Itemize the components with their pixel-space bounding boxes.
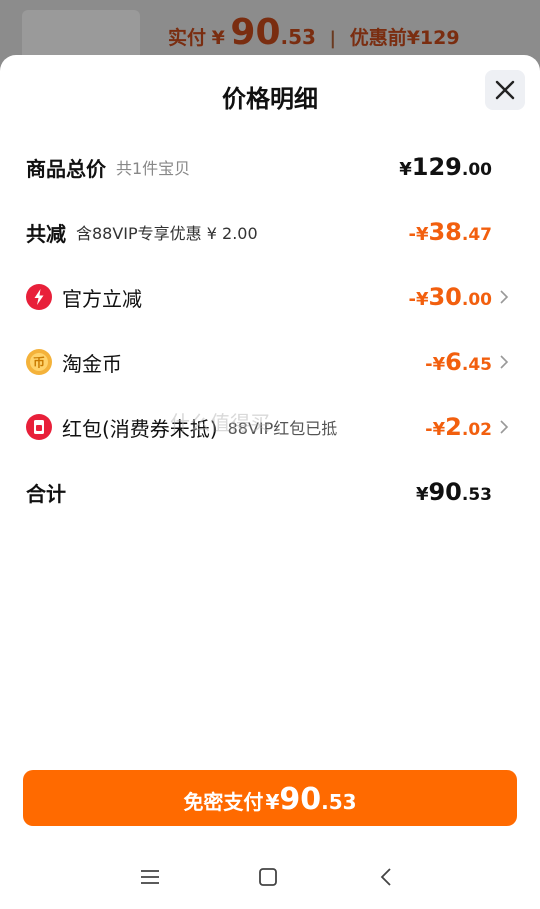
amount-dec: .02 xyxy=(461,420,492,440)
amount-dec: .45 xyxy=(461,355,492,375)
currency: ¥ xyxy=(399,159,412,180)
total-reduction-amount: -¥ 38.47 xyxy=(408,218,492,246)
password-free-pay-button[interactable]: 免密支付 ¥90.53 xyxy=(23,770,517,826)
row-sub: 共1件宝贝 xyxy=(116,159,191,178)
row-sub: 含88VIP专享优惠 ¥ 2.00 xyxy=(76,224,258,243)
pay-button-int: 90 xyxy=(279,782,322,817)
currency: -¥ xyxy=(408,289,429,310)
row-sum: 合计 ¥90.53 xyxy=(26,472,516,512)
official-discount-amount: -¥ 30.00 xyxy=(408,283,492,311)
close-button[interactable] xyxy=(485,70,525,110)
close-icon xyxy=(495,80,515,100)
coins-amount: -¥ 6.45 xyxy=(425,348,492,376)
chevron-right-icon xyxy=(500,290,509,304)
currency: -¥ xyxy=(425,419,446,440)
red-packet-amount: -¥ 2.02 xyxy=(425,413,492,441)
currency: -¥ xyxy=(408,224,429,245)
row-goods-total: 商品总价 共1件宝贝 ¥129.00 xyxy=(26,147,516,187)
currency: ¥ xyxy=(415,484,429,505)
row-label: 官方立减 xyxy=(62,286,142,311)
amount-dec: .00 xyxy=(461,160,492,180)
background-pay-summary: 实付 ¥ 90.53 | 优惠前¥129 xyxy=(168,12,460,53)
pay-currency: ¥ xyxy=(211,27,225,49)
amount-dec: .53 xyxy=(461,485,492,505)
amount-dec: .47 xyxy=(461,225,492,245)
system-navigation-bar xyxy=(0,845,540,909)
menu-icon[interactable] xyxy=(140,867,160,887)
row-official-discount[interactable]: 官方立减 -¥ 30.00 xyxy=(26,277,516,317)
amount-int: 90 xyxy=(428,478,462,506)
pay-int: 90 xyxy=(230,12,281,53)
lightning-icon xyxy=(26,284,52,310)
row-label: 共减 xyxy=(26,221,66,246)
before-amount: ¥129 xyxy=(406,27,460,49)
chevron-right-icon xyxy=(500,420,509,434)
amount-dec: .00 xyxy=(461,290,492,310)
watermark: 什么值得买 xyxy=(170,411,270,435)
pay-dec: .53 xyxy=(280,25,316,49)
row-red-packet[interactable]: 红包(消费券未抵) 88VIP红包已抵 -¥ 2.02 xyxy=(26,407,516,447)
sheet-title: 价格明细 xyxy=(222,85,318,113)
goods-total-amount: ¥129.00 xyxy=(399,153,492,181)
pay-button-dec: .53 xyxy=(321,790,357,814)
pay-button-currency: ¥ xyxy=(265,790,280,814)
home-icon[interactable] xyxy=(258,867,278,887)
row-label: 合计 xyxy=(26,481,66,506)
row-total-reduction: 共减 含88VIP专享优惠 ¥ 2.00 -¥ 38.47 xyxy=(26,212,516,252)
coin-icon: 币 xyxy=(26,349,52,375)
row-label: 淘金币 xyxy=(62,351,122,376)
pay-label: 实付 xyxy=(168,27,207,49)
amount-int: 38 xyxy=(428,218,462,246)
row-label: 商品总价 xyxy=(26,156,106,181)
sum-amount: ¥90.53 xyxy=(416,478,492,506)
price-detail-sheet: 价格明细 商品总价 共1件宝贝 ¥129.00 共减 含88VIP专享优惠 ¥ … xyxy=(0,55,540,909)
pay-button-label: 免密支付 xyxy=(183,790,264,814)
svg-text:币: 币 xyxy=(33,356,45,370)
amount-int: 30 xyxy=(428,283,462,311)
amount-int: 6 xyxy=(445,348,462,376)
amount-int: 2 xyxy=(445,413,462,441)
currency: -¥ xyxy=(425,354,446,375)
red-packet-icon xyxy=(26,414,52,440)
separator: | xyxy=(329,28,337,49)
amount-int: 129 xyxy=(411,153,462,181)
before-label: 优惠前 xyxy=(349,27,407,49)
back-icon[interactable] xyxy=(376,867,396,887)
chevron-right-icon xyxy=(500,355,509,369)
row-taobao-coins[interactable]: 币 淘金币 -¥ 6.45 xyxy=(26,342,516,382)
